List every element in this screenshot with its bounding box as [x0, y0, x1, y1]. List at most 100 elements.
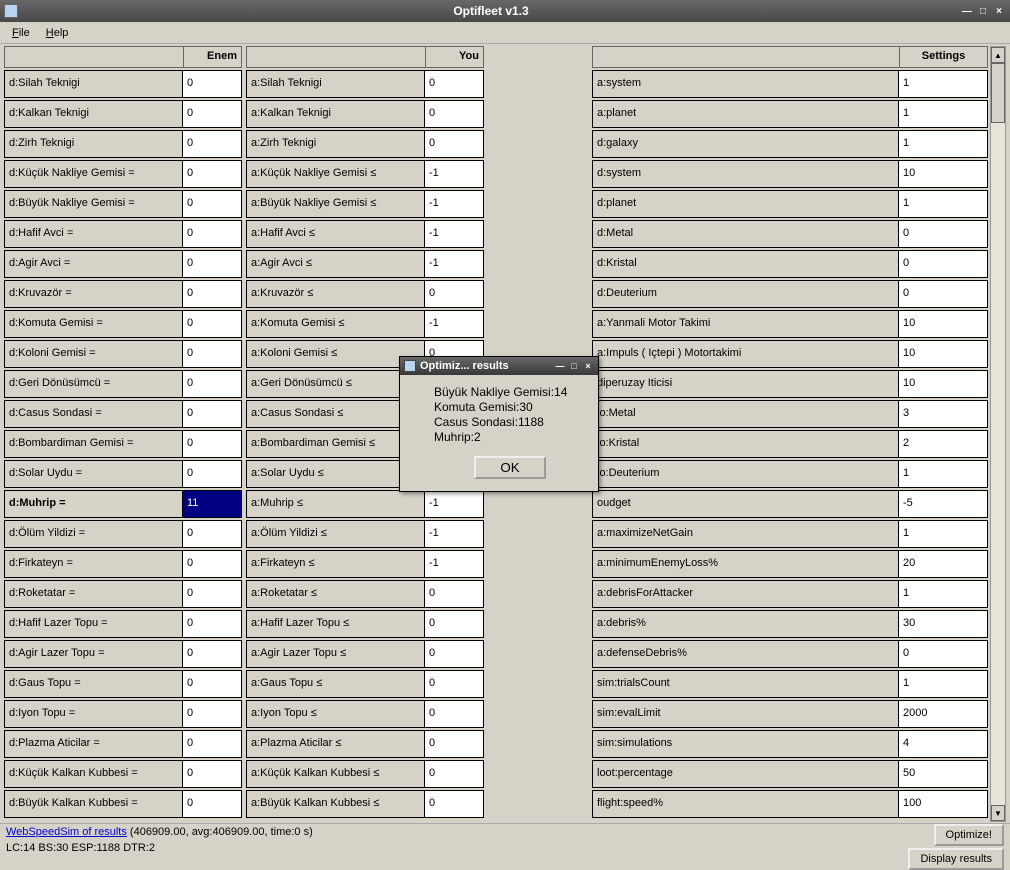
row-value[interactable]: 50 — [899, 761, 987, 787]
row-value[interactable]: 0 — [183, 701, 241, 727]
row-value[interactable]: 0 — [425, 641, 483, 667]
table-row: d:Solar Uydu =0 — [4, 460, 242, 488]
row-value[interactable]: -5 — [899, 491, 987, 517]
row-value[interactable]: 4 — [899, 731, 987, 757]
row-label: d:Bombardiman Gemisi = — [5, 431, 183, 457]
row-value[interactable]: 10 — [899, 161, 987, 187]
row-value[interactable]: 0 — [183, 161, 241, 187]
row-value[interactable]: 0 — [183, 311, 241, 337]
row-value[interactable]: 10 — [899, 341, 987, 367]
row-value[interactable]: 20 — [899, 551, 987, 577]
row-value[interactable]: 1 — [899, 131, 987, 157]
row-value[interactable]: 0 — [183, 281, 241, 307]
row-value[interactable]: 1 — [899, 71, 987, 97]
row-value[interactable]: 0 — [183, 641, 241, 667]
row-value[interactable]: 1 — [899, 101, 987, 127]
row-value[interactable]: 0 — [899, 641, 987, 667]
row-value[interactable]: 0 — [425, 581, 483, 607]
enemy-column: Enem d:Silah Teknigi0d:Kalkan Teknigi0d:… — [4, 46, 242, 822]
row-value[interactable]: 0 — [183, 401, 241, 427]
row-label: a:Firkateyn ≤ — [247, 551, 425, 577]
row-value[interactable]: 30 — [899, 611, 987, 637]
dialog-ok-button[interactable]: OK — [474, 456, 545, 479]
row-value[interactable]: 0 — [425, 671, 483, 697]
row-label: sim:trialsCount — [593, 671, 899, 697]
table-row: d:Büyük Kalkan Kubbesi =0 — [4, 790, 242, 818]
row-value[interactable]: 0 — [425, 701, 483, 727]
row-value[interactable]: -1 — [425, 311, 483, 337]
table-row: a:Küçük Nakliye Gemisi ≤-1 — [246, 160, 484, 188]
dialog-close-icon[interactable]: × — [582, 360, 594, 372]
row-value[interactable]: 0 — [425, 71, 483, 97]
row-value[interactable]: 0 — [899, 221, 987, 247]
row-value[interactable]: 100 — [899, 791, 987, 817]
row-value[interactable]: 0 — [183, 251, 241, 277]
row-value[interactable]: 0 — [425, 761, 483, 787]
row-value[interactable]: 0 — [183, 101, 241, 127]
optimize-button[interactable]: Optimize! — [934, 824, 1004, 846]
row-value[interactable]: -1 — [425, 221, 483, 247]
settings-scrollbar[interactable]: ▲ ▼ — [990, 46, 1006, 822]
row-value[interactable]: 0 — [425, 791, 483, 817]
table-row: io:Deuterium1 — [592, 460, 988, 488]
row-value[interactable]: 0 — [183, 581, 241, 607]
row-value[interactable]: 0 — [425, 131, 483, 157]
scroll-thumb[interactable] — [991, 63, 1005, 123]
row-value[interactable]: 0 — [183, 221, 241, 247]
row-value[interactable]: 11 — [183, 491, 241, 517]
row-value[interactable]: 1 — [899, 521, 987, 547]
row-value[interactable]: 0 — [183, 461, 241, 487]
table-row: d:Ölüm Yildizi =0 — [4, 520, 242, 548]
maximize-icon[interactable]: □ — [976, 4, 990, 18]
table-row: d:Komuta Gemisi =0 — [4, 310, 242, 338]
table-row: d:Küçük Nakliye Gemisi =0 — [4, 160, 242, 188]
row-value[interactable]: 0 — [183, 761, 241, 787]
row-value[interactable]: 0 — [183, 341, 241, 367]
row-value[interactable]: 0 — [183, 71, 241, 97]
row-value[interactable]: 0 — [183, 131, 241, 157]
row-value[interactable]: -1 — [425, 161, 483, 187]
row-value[interactable]: 1 — [899, 581, 987, 607]
row-value[interactable]: 1 — [899, 461, 987, 487]
dialog-minimize-icon[interactable]: — — [554, 360, 566, 372]
scroll-up-icon[interactable]: ▲ — [991, 47, 1005, 63]
row-value[interactable]: 0 — [183, 671, 241, 697]
table-row: io:Metal3 — [592, 400, 988, 428]
menu-file[interactable]: File — [4, 25, 38, 41]
table-row: a:minimumEnemyLoss%20 — [592, 550, 988, 578]
row-value[interactable]: -1 — [425, 551, 483, 577]
row-value[interactable]: 0 — [183, 521, 241, 547]
row-value[interactable]: 0 — [183, 431, 241, 457]
row-value[interactable]: 0 — [425, 611, 483, 637]
row-value[interactable]: 0 — [425, 101, 483, 127]
row-value[interactable]: 0 — [899, 251, 987, 277]
row-value[interactable]: 0 — [183, 191, 241, 217]
display-results-button[interactable]: Display results — [908, 848, 1004, 870]
row-value[interactable]: -1 — [425, 521, 483, 547]
row-value[interactable]: -1 — [425, 191, 483, 217]
row-value[interactable]: 0 — [183, 551, 241, 577]
row-label: d:planet — [593, 191, 899, 217]
row-value[interactable]: 0 — [183, 791, 241, 817]
close-icon[interactable]: × — [992, 4, 1006, 18]
webspeedsim-link[interactable]: WebSpeedSim of results — [6, 826, 127, 838]
row-value[interactable]: -1 — [425, 251, 483, 277]
row-value[interactable]: 3 — [899, 401, 987, 427]
row-value[interactable]: 0 — [183, 731, 241, 757]
row-value[interactable]: 2 — [899, 431, 987, 457]
row-value[interactable]: -1 — [425, 491, 483, 517]
row-value[interactable]: 1 — [899, 191, 987, 217]
row-value[interactable]: 10 — [899, 371, 987, 397]
row-value[interactable]: 10 — [899, 311, 987, 337]
minimize-icon[interactable]: — — [960, 4, 974, 18]
row-value[interactable]: 0 — [425, 281, 483, 307]
row-value[interactable]: 2000 — [899, 701, 987, 727]
row-value[interactable]: 0 — [899, 281, 987, 307]
scroll-down-icon[interactable]: ▼ — [991, 805, 1005, 821]
row-value[interactable]: 1 — [899, 671, 987, 697]
row-value[interactable]: 0 — [425, 731, 483, 757]
menu-help[interactable]: Help — [38, 25, 77, 41]
row-value[interactable]: 0 — [183, 371, 241, 397]
dialog-maximize-icon[interactable]: □ — [568, 360, 580, 372]
row-value[interactable]: 0 — [183, 611, 241, 637]
